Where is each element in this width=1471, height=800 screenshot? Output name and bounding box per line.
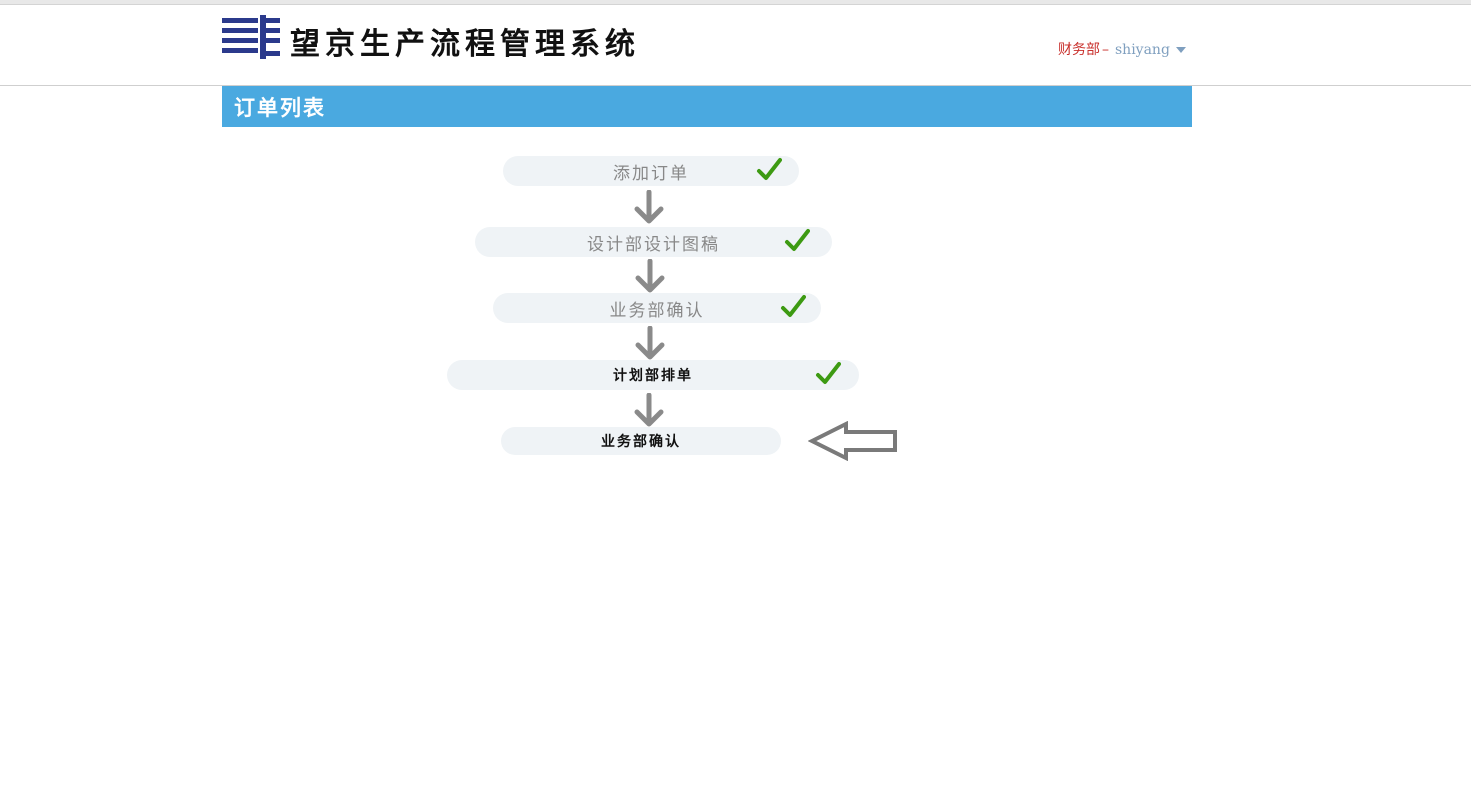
caret-down-icon [1175, 47, 1186, 53]
user-menu-toggle[interactable]: shiyang [1115, 42, 1186, 58]
step-label: 业务部确认 [609, 300, 705, 321]
company-logo-icon [222, 15, 280, 59]
arrow-down-icon [634, 190, 664, 224]
section-header: 订单列表 [222, 86, 1192, 127]
arrow-down-icon [635, 326, 665, 360]
user-area: 财务部 – shiyang [1058, 39, 1186, 59]
check-icon [781, 295, 806, 317]
check-icon [757, 158, 782, 180]
app-header: 望京生产流程管理系统 财务部 – shiyang [0, 5, 1471, 86]
step-label: 业务部确认 [601, 434, 681, 450]
check-icon [816, 362, 841, 384]
step-label: 添加订单 [613, 163, 689, 184]
workflow-step-business-confirm: 业务部确认 [493, 293, 821, 323]
arrow-down-icon [635, 259, 665, 293]
workflow-step-current[interactable]: 业务部确认 [501, 427, 781, 455]
step-label: 设计部设计图稿 [587, 234, 720, 255]
header-separator: – [1102, 42, 1109, 58]
username-label: shiyang [1115, 42, 1170, 58]
workflow-step-design: 设计部设计图稿 [475, 227, 832, 257]
check-icon [785, 229, 810, 251]
arrow-down-icon [634, 393, 664, 427]
workflow-step-planning: 计划部排单 [447, 360, 859, 390]
arrow-left-outline-icon [808, 421, 897, 461]
app-title: 望京生产流程管理系统 [290, 27, 640, 62]
section-title: 订单列表 [234, 95, 326, 120]
step-label: 计划部排单 [613, 368, 693, 384]
department-label: 财务部 [1058, 42, 1100, 58]
workflow-step-add-order: 添加订单 [503, 156, 799, 186]
